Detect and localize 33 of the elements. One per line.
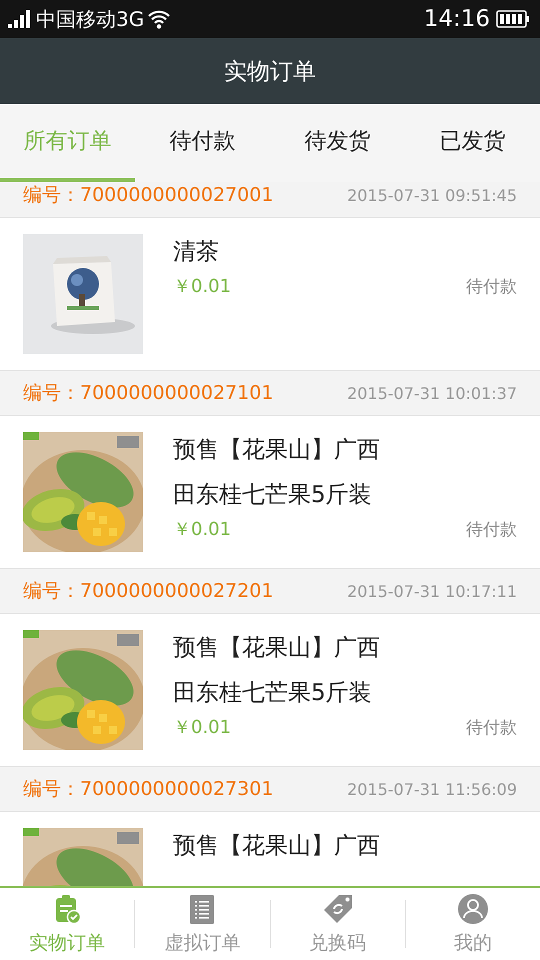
- page-title: 实物订单: [224, 58, 316, 86]
- order-tab[interactable]: 待付款: [135, 104, 270, 182]
- order-tab[interactable]: 已发货: [405, 104, 540, 182]
- order-number: 编号：7000000000027201: [23, 579, 274, 604]
- order-time: 2015-07-31 10:17:11: [347, 582, 517, 600]
- order-number: 编号：7000000000027301: [23, 777, 274, 802]
- wifi-icon: [147, 9, 172, 29]
- clock-time: 14:16: [424, 6, 490, 32]
- order-tab[interactable]: 待发货: [270, 104, 405, 182]
- nav-tab[interactable]: 实物订单: [0, 888, 134, 960]
- product-price: ￥0.01: [173, 275, 232, 298]
- product-price: ￥0.01: [173, 518, 232, 541]
- product-name: 预售【花果山】广西田东桂七芒果5斤装: [173, 634, 381, 708]
- order-status: 待付款: [466, 519, 517, 541]
- order-number: 编号：7000000000027001: [23, 183, 274, 208]
- user-icon: [458, 894, 488, 924]
- tag-icon: [322, 894, 353, 924]
- product-name: 清茶: [173, 238, 220, 267]
- product-name: 预售【花果山】广西田东桂七芒果5斤装: [173, 436, 381, 510]
- nav-tab[interactable]: 虚拟订单: [135, 888, 270, 960]
- order-status: 待付款: [466, 717, 517, 739]
- nav-tab[interactable]: 兑换码: [270, 888, 405, 960]
- product-price: ￥0.01: [173, 716, 232, 739]
- battery-icon: [496, 10, 530, 28]
- signal-icon: [8, 10, 30, 28]
- product-name: 预售【花果山】广西: [173, 832, 381, 861]
- nav-tab[interactable]: 我的: [406, 888, 540, 960]
- order-number: 编号：7000000000027101: [23, 381, 274, 406]
- order-status: 待付款: [466, 276, 517, 298]
- carrier-name: 中国移动3G: [36, 6, 144, 32]
- order-time: 2015-07-31 10:01:37: [347, 384, 517, 402]
- order-time: 2015-07-31 09:51:45: [347, 186, 517, 204]
- order-time: 2015-07-31 11:56:09: [347, 780, 517, 798]
